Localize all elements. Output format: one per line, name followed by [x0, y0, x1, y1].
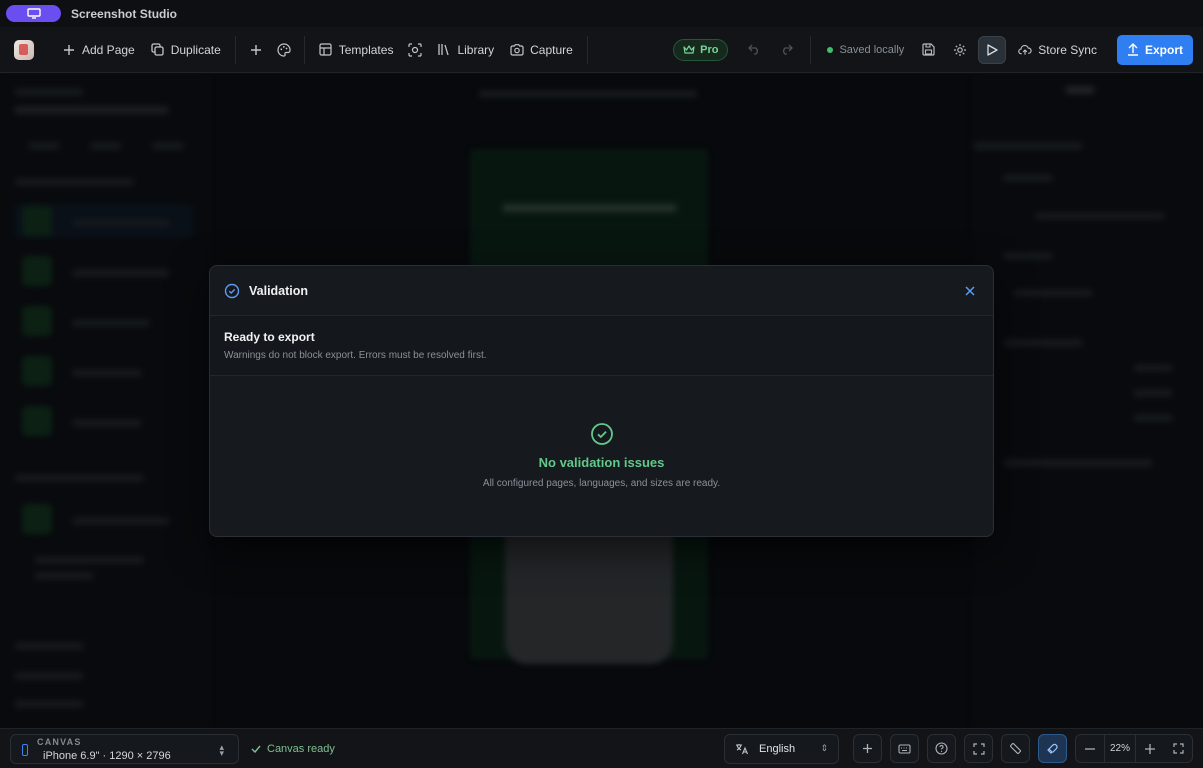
main-toolbar: Add Page Duplicate Templates Library Cap…	[0, 27, 1203, 73]
floppy-disk-icon	[922, 43, 935, 56]
language-value: English	[759, 742, 796, 755]
undo-button[interactable]	[740, 36, 768, 64]
settings-button[interactable]	[946, 36, 974, 64]
validation-result: No validation issues All configured page…	[210, 376, 993, 536]
canvas-size-value: iPhone 6.9" · 1290 × 2796	[43, 749, 171, 762]
ruler-button[interactable]	[1001, 734, 1030, 763]
fullscreen-icon	[1172, 743, 1184, 754]
zoom-control: 22%	[1075, 734, 1193, 763]
validation-summary: Ready to export Warnings do not block ex…	[210, 316, 993, 376]
canvas-label: CANVAS	[37, 736, 82, 747]
save-button[interactable]	[914, 36, 942, 64]
canvas-status: Canvas ready	[251, 743, 335, 755]
zoom-in-button[interactable]	[1136, 735, 1164, 762]
redo-button[interactable]	[772, 36, 800, 64]
pro-label: Pro	[700, 43, 719, 56]
chevron-up-down-icon: ⇕	[820, 743, 828, 753]
undo-icon	[748, 44, 758, 55]
upload-icon	[1127, 43, 1138, 56]
title-bar: Screenshot Studio	[0, 0, 1203, 27]
library-icon	[437, 43, 451, 57]
zoom-out-button[interactable]	[1076, 735, 1104, 762]
success-check-icon	[590, 423, 613, 445]
scan-icon	[408, 42, 423, 57]
plus-icon	[1145, 743, 1155, 754]
fit-screen-button[interactable]	[964, 734, 993, 763]
add-language-button[interactable]	[853, 734, 882, 763]
translate-icon	[736, 743, 749, 754]
result-title: No validation issues	[538, 455, 665, 470]
canvas-status-label: Canvas ready	[267, 742, 335, 755]
plus-icon	[62, 43, 76, 57]
camera-icon	[510, 43, 524, 57]
preview-button[interactable]	[978, 35, 1007, 64]
fullscreen-button[interactable]	[1164, 735, 1192, 762]
app-badge[interactable]	[6, 5, 61, 22]
library-label: Library	[457, 42, 495, 57]
export-label: Export	[1144, 42, 1183, 57]
minus-icon	[1085, 747, 1095, 750]
toolbar-divider	[234, 35, 236, 64]
add-page-label: Add Page	[82, 42, 135, 57]
plus-icon	[250, 44, 261, 55]
dialog-header: Validation	[210, 266, 993, 316]
scan-button[interactable]	[401, 36, 429, 64]
expand-icon	[972, 742, 985, 755]
theme-button[interactable]	[270, 36, 298, 64]
crown-icon	[683, 44, 695, 54]
close-icon	[965, 285, 975, 296]
phone-icon	[22, 743, 28, 756]
keyboard-icon	[898, 743, 911, 754]
summary-title: Ready to export	[224, 330, 315, 344]
keyboard-shortcuts-button[interactable]	[890, 734, 919, 763]
redo-icon	[783, 44, 793, 55]
summary-text: Warnings do not block export. Errors mus…	[224, 350, 487, 361]
magnet-icon	[1047, 743, 1058, 754]
library-button[interactable]: Library	[429, 36, 502, 64]
duplicate-label: Duplicate	[170, 42, 221, 57]
cloud-upload-icon	[1018, 43, 1032, 57]
capture-label: Capture	[530, 42, 573, 57]
zoom-level: 22%	[1104, 735, 1136, 762]
check-icon	[251, 745, 261, 753]
chevron-up-down-icon: ▴ ▾	[219, 741, 224, 758]
monitor-icon	[26, 8, 41, 19]
pro-badge[interactable]: Pro	[673, 38, 729, 61]
check-circle-icon	[224, 283, 240, 298]
close-button[interactable]	[961, 282, 979, 300]
templates-button[interactable]: Templates	[311, 36, 402, 64]
validation-dialog: Validation Ready to export Warnings do n…	[209, 265, 994, 537]
store-sync-button[interactable]: Store Sync	[1010, 36, 1105, 64]
capture-button[interactable]: Capture	[502, 36, 581, 64]
layout-icon	[319, 43, 333, 57]
canvas-size-select[interactable]: CANVAS iPhone 6.9" · 1290 × 2796 ▴ ▾	[10, 733, 239, 764]
toolbar-divider	[303, 35, 305, 64]
duplicate-button[interactable]: Duplicate	[143, 36, 229, 64]
question-circle-icon	[935, 742, 948, 755]
export-button[interactable]: Export	[1116, 34, 1193, 65]
add-page-button[interactable]: Add Page	[54, 36, 143, 64]
copy-icon	[151, 43, 165, 57]
gear-icon	[954, 43, 967, 56]
save-status: Saved locally	[827, 44, 904, 56]
templates-label: Templates	[338, 42, 394, 57]
palette-icon	[277, 42, 291, 57]
add-element-button[interactable]	[242, 36, 270, 64]
status-dot-icon	[827, 46, 834, 53]
dialog-title: Validation	[249, 283, 309, 298]
store-sync-label: Store Sync	[1038, 42, 1097, 57]
snap-toggle-button[interactable]	[1038, 734, 1067, 763]
language-select[interactable]: English ⇕	[724, 733, 839, 764]
help-button[interactable]	[927, 734, 956, 763]
toolbar-divider	[810, 35, 812, 64]
app-logo	[14, 39, 34, 60]
play-cursor-icon	[987, 43, 998, 56]
result-text: All configured pages, languages, and siz…	[482, 478, 721, 489]
toolbar-divider	[586, 35, 588, 64]
ruler-icon	[1009, 742, 1022, 755]
app-title: Screenshot Studio	[71, 6, 178, 21]
save-status-label: Saved locally	[839, 43, 905, 56]
status-bar: CANVAS iPhone 6.9" · 1290 × 2796 ▴ ▾ Canv…	[0, 728, 1203, 768]
plus-icon	[863, 744, 872, 753]
